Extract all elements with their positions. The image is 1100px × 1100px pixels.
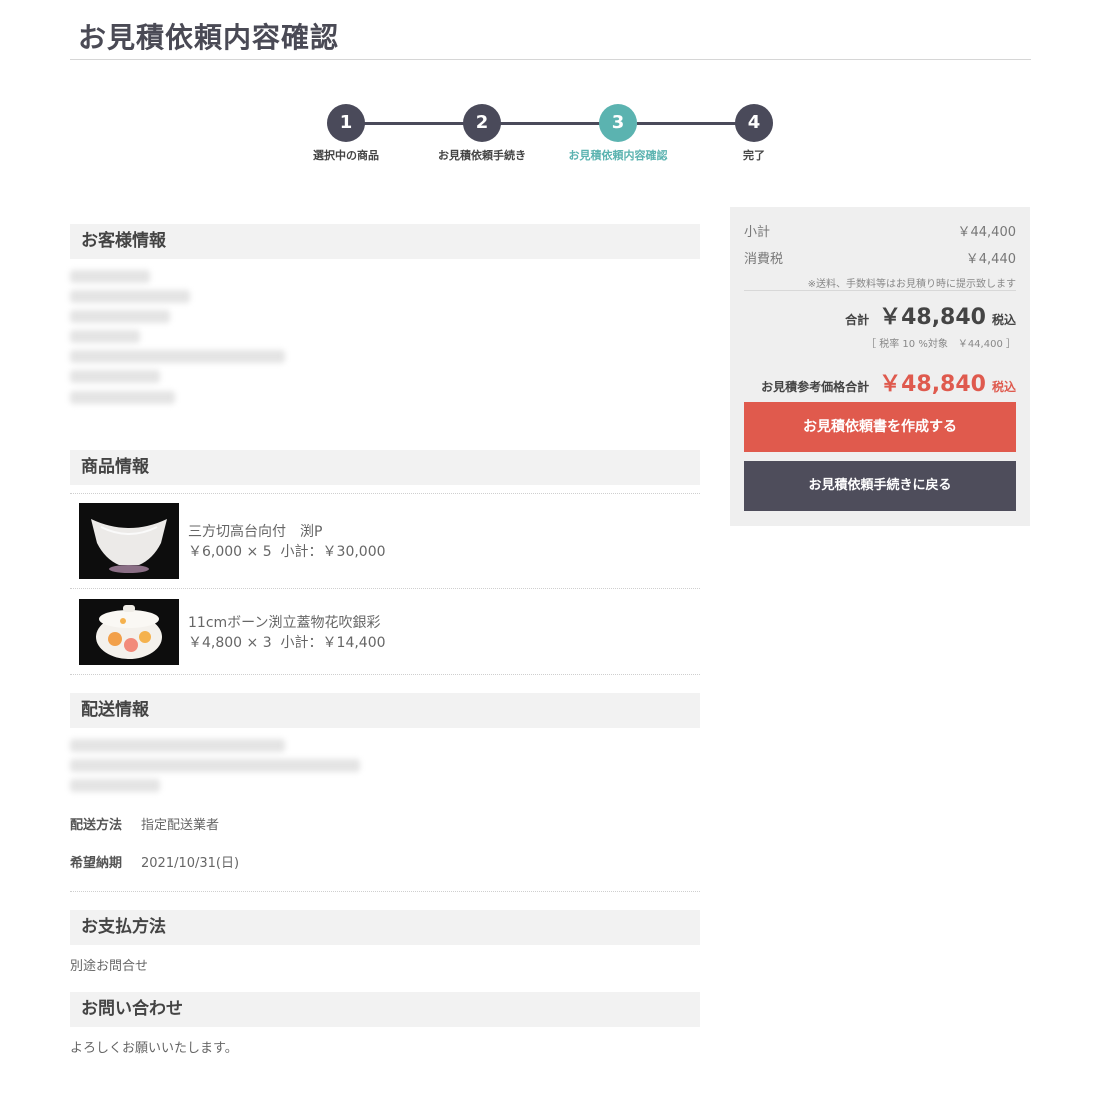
- step-4-number: 4: [735, 104, 773, 142]
- step-2-number: 2: [463, 104, 501, 142]
- reference-total-label: お見積参考価格合計: [761, 380, 870, 394]
- product-price: ￥6,000 × 5 小計：￥30,000: [188, 541, 386, 561]
- step-3-label: お見積依頼内容確認: [568, 149, 668, 162]
- shipping-info-heading: 配送情報: [70, 693, 700, 728]
- step-1-number: 1: [327, 104, 365, 142]
- tax-row: 消費税 ￥4,440: [744, 248, 1016, 267]
- total-tax-included: 税込: [991, 313, 1016, 327]
- divider: [70, 891, 700, 892]
- reference-total-value: ￥48,840: [879, 372, 986, 397]
- tax-label: 消費税: [744, 252, 784, 267]
- divider: [70, 674, 700, 675]
- reference-total-tax-included: 税込: [991, 380, 1016, 394]
- subtotal-label: 小計: [744, 225, 771, 240]
- step-connector: [364, 122, 464, 125]
- step-2-label: お見積依頼手続き: [438, 149, 526, 162]
- step-4-label: 完了: [743, 149, 765, 162]
- shipping-fee-note: ※送料、手数料等はお見積り時に提示致します: [807, 279, 1016, 290]
- customer-info-heading: お客様情報: [70, 224, 700, 259]
- product-subtotal: 小計：￥30,000: [280, 544, 386, 560]
- product-price: ￥4,800 × 3 小計：￥14,400: [188, 632, 386, 652]
- subtotal-value: ￥44,400: [957, 225, 1017, 240]
- tax-value: ￥4,440: [965, 252, 1016, 267]
- step-1-label: 選択中の商品: [313, 149, 379, 162]
- shipping-method-label: 配送方法: [70, 818, 123, 833]
- product-unit-price: ￥4,800 × 3: [188, 635, 272, 651]
- inquiry-heading: お問い合わせ: [70, 992, 700, 1027]
- title-divider: [70, 59, 1031, 60]
- product-subtotal: 小計：￥14,400: [280, 635, 386, 651]
- step-connector: [500, 122, 600, 125]
- total-row: 合計 ￥48,840 税込: [845, 299, 1016, 331]
- progress-steps: 1 2 3 4 選択中の商品 お見積依頼手続き お見積依頼内容確認 完了: [0, 100, 1100, 170]
- page-title: お見積依頼内容確認: [78, 21, 340, 54]
- summary-divider: [744, 290, 1016, 291]
- delivery-date-value: 2021/10/31(日): [141, 856, 240, 871]
- order-summary: 小計 ￥44,400 消費税 ￥4,440 ※送料、手数料等はお見積り時に提示致…: [730, 207, 1030, 526]
- step-connector: [637, 122, 737, 125]
- payment-method-heading: お支払方法: [70, 910, 700, 945]
- step-3-number: 3: [599, 104, 637, 142]
- product-image-bowl[interactable]: [79, 503, 179, 579]
- total-label: 合計: [845, 313, 870, 327]
- shipping-method-value: 指定配送業者: [141, 818, 220, 833]
- payment-method-value: 別途お問合せ: [70, 959, 149, 974]
- subtotal-row: 小計 ￥44,400: [744, 221, 1016, 240]
- reference-total-row: お見積参考価格合計 ￥48,840 税込: [761, 366, 1016, 398]
- tax-rate-note: ［ 税率 10 %対象 ￥44,400 ］: [866, 339, 1016, 350]
- total-value: ￥48,840: [879, 305, 986, 330]
- product-unit-price: ￥6,000 × 5: [188, 544, 272, 560]
- product-image-lidded-bowl[interactable]: [79, 599, 179, 665]
- delivery-date-label: 希望納期: [70, 856, 123, 871]
- product-info-heading: 商品情報: [70, 450, 700, 485]
- create-quote-button[interactable]: お見積依頼書を作成する: [744, 402, 1016, 452]
- back-to-quote-procedure-button[interactable]: お見積依頼手続きに戻る: [744, 461, 1016, 511]
- inquiry-text: よろしくお願いいたします。: [70, 1041, 238, 1056]
- product-name: 三方切高台向付 渕P: [188, 524, 323, 540]
- divider: [70, 493, 700, 494]
- divider: [70, 588, 700, 589]
- product-name: 11cmボーン渕立蓋物花吹銀彩: [188, 615, 381, 631]
